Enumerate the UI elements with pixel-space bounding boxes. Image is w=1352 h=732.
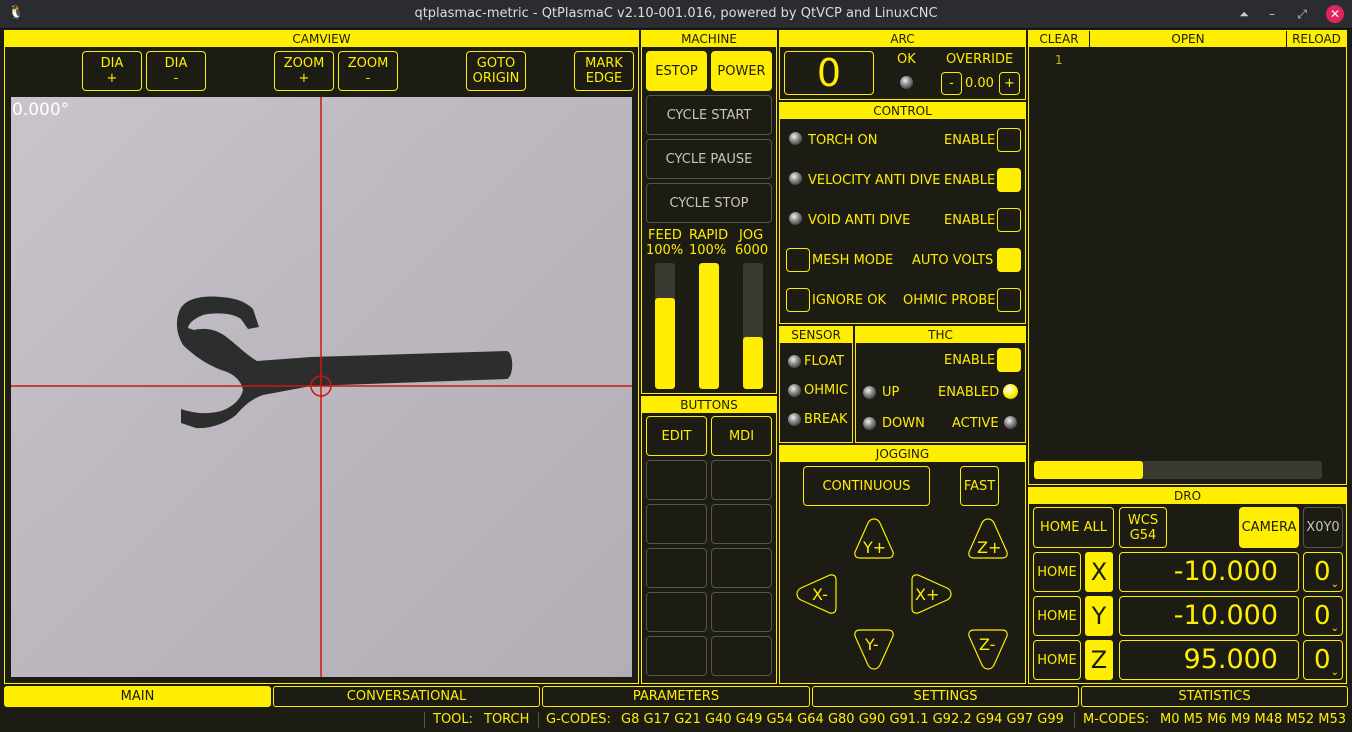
x-offset[interactable]: 0 ⌄ [1303, 552, 1343, 592]
jog-y-plus-label: Y+ [863, 538, 887, 557]
y-position: -10.000 [1119, 596, 1299, 636]
tab-settings[interactable]: SETTINGS [812, 686, 1079, 707]
x-axis-label: X [1085, 552, 1113, 592]
dro-header: DRO [1029, 488, 1346, 504]
tab-conversational[interactable]: CONVERSATIONAL [273, 686, 540, 707]
x-offset-value: 0 [1314, 557, 1331, 587]
home-y-button[interactable]: HOME [1033, 596, 1081, 636]
gcode-panel [1028, 30, 1347, 485]
reload-button[interactable]: RELOAD [1287, 31, 1346, 47]
wcs-button[interactable]: WCS G54 [1119, 507, 1167, 548]
tab-parameters[interactable]: PARAMETERS [542, 686, 810, 707]
mcodes-label: M-CODES: [1083, 712, 1150, 727]
status-separator [424, 712, 425, 728]
jog-x-minus-label: X- [812, 585, 828, 604]
z-axis-label: Z [1085, 640, 1113, 680]
clear-button[interactable]: CLEAR [1029, 31, 1089, 47]
status-separator [538, 712, 539, 728]
gcodes-label: G-CODES: [546, 712, 611, 727]
chevron-down-icon: ⌄ [1330, 579, 1339, 590]
y-offset[interactable]: 0 ⌄ [1303, 596, 1343, 636]
gcode-progress-bar [1034, 461, 1322, 479]
jog-y-minus-label: Y- [865, 635, 879, 654]
z-offset[interactable]: 0 ⌄ [1303, 640, 1343, 680]
jog-x-plus-label: X+ [915, 585, 940, 604]
tab-statistics[interactable]: STATISTICS [1081, 686, 1348, 707]
jog-z-minus-label: Z- [979, 635, 996, 654]
y-axis-label: Y [1085, 596, 1113, 636]
chevron-down-icon: ⌄ [1330, 623, 1339, 634]
x0y0-button[interactable]: X0Y0 [1303, 507, 1343, 548]
gcodes-value: G8 G17 G21 G40 G49 G54 G64 G80 G90 G91.1… [621, 712, 1064, 727]
z-offset-value: 0 [1314, 645, 1331, 675]
home-all-button[interactable]: HOME ALL [1033, 507, 1114, 548]
y-offset-value: 0 [1314, 601, 1331, 631]
chevron-down-icon: ⌄ [1330, 667, 1339, 678]
x-position: -10.000 [1119, 552, 1299, 592]
tool-label: TOOL: [433, 712, 474, 727]
status-separator [1074, 712, 1075, 728]
tab-main[interactable]: MAIN [4, 686, 271, 707]
mcodes-value: M0 M5 M6 M9 M48 M52 M53 [1160, 712, 1347, 727]
gcode-line-number: 1 [1055, 53, 1063, 67]
camera-button[interactable]: CAMERA [1239, 507, 1299, 548]
jog-z-plus-label: Z+ [977, 538, 1002, 557]
open-button[interactable]: OPEN [1090, 31, 1286, 47]
wcs-label: WCS [1127, 512, 1159, 528]
z-position: 95.000 [1119, 640, 1299, 680]
home-z-button[interactable]: HOME [1033, 640, 1081, 680]
home-x-button[interactable]: HOME [1033, 552, 1081, 592]
status-bar: TOOL: TORCH G-CODES: G8 G17 G21 G40 G49 … [0, 709, 1352, 732]
wcs-value: G54 [1129, 527, 1157, 543]
main-window: 🐧 qtplasmac-metric - QtPlasmaC v2.10-001… [0, 0, 1352, 732]
gcode-progress-fill [1034, 461, 1143, 479]
tool-value: TORCH [484, 712, 530, 727]
